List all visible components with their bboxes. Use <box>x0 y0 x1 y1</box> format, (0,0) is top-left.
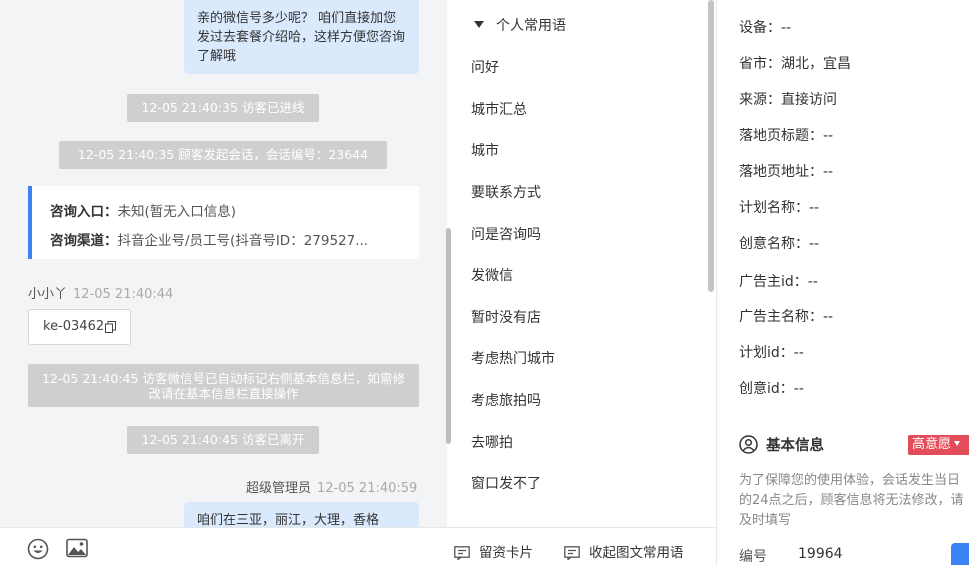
phrase-item[interactable]: 窗口发不了 <box>471 473 541 493</box>
phrase-item[interactable]: 考虑热门城市 <box>471 348 555 368</box>
info-landing-title: 落地页标题：-- <box>739 128 834 144</box>
phrases-scrollbar[interactable] <box>708 0 714 292</box>
customer-name: 小小丫 <box>28 287 68 302</box>
phrase-item[interactable]: 去哪拍 <box>471 432 513 452</box>
smile-icon[interactable] <box>27 538 49 560</box>
phrase-item[interactable]: 考虑旅拍吗 <box>471 390 541 410</box>
lead-card-button[interactable]: 留资卡片 <box>454 541 533 561</box>
agent-message-time: 12-05 21:40:59 <box>317 481 418 496</box>
customer-message-time: 12-05 21:40:44 <box>73 287 174 302</box>
info-landing-url: 落地页地址：-- <box>739 164 834 180</box>
channel-value: 抖音企业号/员工号(抖音号ID：279527... <box>117 233 369 249</box>
info-creative-name: 创意名称：-- <box>739 236 820 252</box>
number-label: 编号 <box>739 549 767 565</box>
lead-card-label: 留资卡片 <box>479 545 533 561</box>
customer-message-text: ke-03462 <box>43 319 105 334</box>
phrases-group-title: 个人常用语 <box>496 18 566 34</box>
customer-message-bubble[interactable]: ke-03462 <box>28 309 131 345</box>
phrase-item[interactable]: 问好 <box>471 57 499 77</box>
consult-info-card: 咨询入口：未知(暂无入口信息) 咨询渠道：抖音企业号/员工号(抖音号ID：279… <box>28 186 419 259</box>
collapse-phrases-label: 收起图文常用语 <box>589 545 684 561</box>
number-value: 19964 <box>798 546 843 562</box>
info-advertiser-id: 广告主id：-- <box>739 274 818 290</box>
message-icon <box>564 546 580 561</box>
user-icon <box>739 435 758 454</box>
intent-dropdown[interactable]: 高意愿 <box>908 435 969 455</box>
phrase-item[interactable]: 问是咨询吗 <box>471 224 541 244</box>
info-region: 省市：湖北，宜昌 <box>739 56 851 72</box>
image-icon[interactable] <box>66 538 88 558</box>
system-message-session-started: 12-05 21:40:35 顾客发起会话，会话编号：23644 <box>59 141 387 169</box>
info-advertiser-name: 广告主名称：-- <box>739 309 834 325</box>
collapse-phrases-button[interactable]: 收起图文常用语 <box>564 541 684 561</box>
intent-badge-label: 高意愿 <box>912 437 952 452</box>
info-device: 设备：-- <box>739 20 792 36</box>
phrase-item[interactable]: 城市 <box>471 140 499 160</box>
chat-panel: 亲的微信号多少呢？ 咱们直接加您发过去套餐介绍哈，这样方便您咨询了解哦 12-0… <box>0 0 447 527</box>
caret-down-icon <box>474 21 484 28</box>
visitor-info-panel: 设备：-- 省市：湖北，宜昌 来源：直接访问 落地页标题：-- 落地页地址：--… <box>717 0 969 565</box>
common-phrases-panel: 个人常用语 问好 城市汇总 城市 要联系方式 问是咨询吗 发微信 暂时没有店 考… <box>452 0 716 527</box>
system-message-visitor-entered: 12-05 21:40:35 访客已进线 <box>127 94 319 122</box>
basic-info-header: 基本信息 <box>739 434 824 455</box>
phrase-item[interactable]: 要联系方式 <box>471 182 541 202</box>
chat-scrollbar[interactable] <box>446 228 451 444</box>
info-plan-id: 计划id：-- <box>739 345 804 361</box>
entry-value: 未知(暂无入口信息) <box>117 204 237 220</box>
agent-message-bubble-latest: 咱们在三亚，丽江，大理，香格 <box>184 502 419 527</box>
info-creative-id: 创意id：-- <box>739 381 804 397</box>
phrases-group-header[interactable]: 个人常用语 <box>474 15 566 35</box>
system-message-visitor-left: 12-05 21:40:45 访客已离开 <box>127 426 319 454</box>
basic-info-title: 基本信息 <box>766 438 824 454</box>
floating-action-button[interactable] <box>951 543 969 565</box>
system-message-wechat-marked: 12-05 21:40:45 访客微信号已自动标记右侧基本信息栏，如需修改请在基… <box>28 364 419 407</box>
phrase-item[interactable]: 发微信 <box>471 265 513 285</box>
phrase-item[interactable]: 暂时没有店 <box>471 307 541 327</box>
copy-icon[interactable] <box>105 321 116 333</box>
agent-sender-line: 超级管理员 12-05 21:40:59 <box>246 477 417 496</box>
entry-label: 咨询入口： <box>50 204 118 220</box>
chevron-down-icon <box>954 441 961 446</box>
agent-name: 超级管理员 <box>246 481 312 496</box>
info-source: 来源：直接访问 <box>739 92 837 108</box>
channel-label: 咨询渠道： <box>50 233 118 249</box>
info-plan-name: 计划名称：-- <box>739 200 820 216</box>
agent-message-bubble: 亲的微信号多少呢？ 咱们直接加您发过去套餐介绍哈，这样方便您咨询了解哦 <box>184 0 419 74</box>
customer-sender-line: 小小丫 12-05 21:40:44 <box>28 283 173 302</box>
phrase-item[interactable]: 城市汇总 <box>471 99 527 119</box>
edit-notice: 为了保障您的使用体验，会话发生当日的24点之后，顾客信息将无法修改，请及时填写 <box>739 473 964 528</box>
chat-input-toolbar: 留资卡片 收起图文常用语 <box>0 527 716 565</box>
card-icon <box>454 546 470 561</box>
